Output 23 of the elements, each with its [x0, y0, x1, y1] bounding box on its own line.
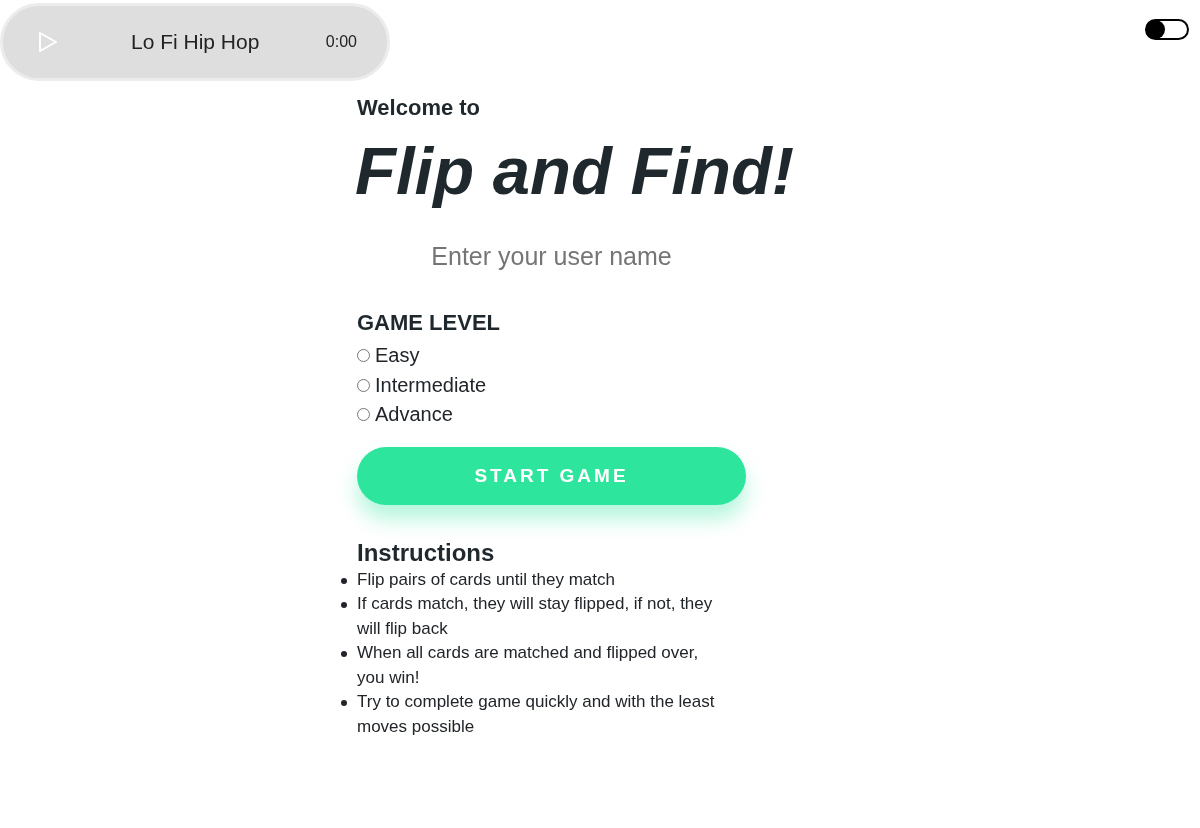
instruction-text: Try to complete game quickly and with the least moves possible: [357, 691, 716, 738]
bullet-icon: [341, 651, 347, 657]
radio-button[interactable]: [357, 349, 370, 363]
instruction-text: When all cards are matched and flipped over, you win!: [357, 642, 700, 689]
instructions-heading: Instructions: [357, 537, 496, 568]
bullet-icon: [341, 700, 347, 706]
welcome-text: Welcome to: [357, 94, 482, 122]
track-time: 0:00: [325, 33, 357, 51]
game-title: Flip and Find!: [355, 132, 796, 210]
radio-button[interactable]: [357, 408, 370, 422]
game-level-heading: GAME LEVEL: [357, 309, 501, 337]
level-option-label[interactable]: Intermediate: [375, 373, 487, 397]
instruction-text: Flip pairs of cards until they match: [357, 568, 615, 591]
level-option-label[interactable]: Easy: [375, 344, 420, 368]
instruction-text: If cards match, they will stay flipped, if not, they will flip back: [357, 593, 714, 640]
bullet-icon: [341, 577, 347, 584]
username-input[interactable]: Enter your user name: [357, 236, 746, 276]
bullet-icon: [341, 602, 347, 608]
radio-button[interactable]: [357, 378, 370, 392]
level-option-label[interactable]: Advance: [375, 403, 453, 427]
theme-toggle[interactable]: [1145, 19, 1189, 40]
track-title: Lo Fi Hip Hop: [131, 30, 260, 54]
play-icon: [38, 31, 58, 53]
